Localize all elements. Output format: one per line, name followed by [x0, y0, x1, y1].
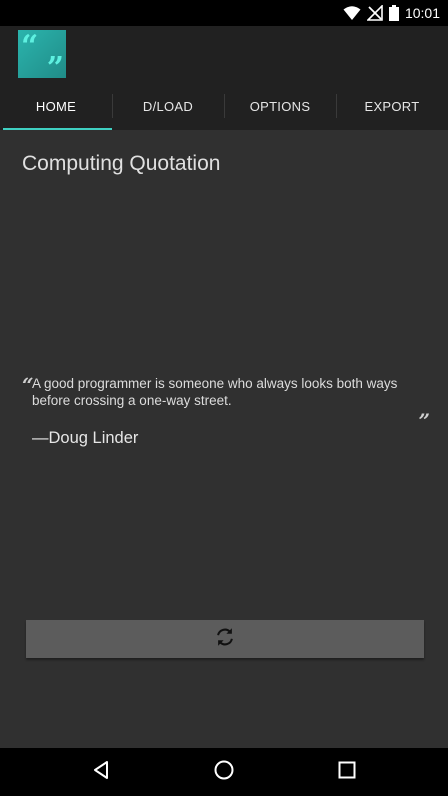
- quote-logo-icon: “ ”: [18, 30, 66, 84]
- close-quote-icon: ”: [418, 409, 430, 433]
- recents-icon: [337, 760, 357, 785]
- back-button[interactable]: [77, 748, 125, 796]
- phone-screen: 10:01 “ ” HOME D/LOAD OPTIONS EXPORT Com…: [0, 0, 448, 796]
- recents-button[interactable]: [323, 748, 371, 796]
- open-quote-icon: “: [22, 373, 34, 397]
- status-bar: 10:01: [0, 0, 448, 26]
- tab-label: D/LOAD: [142, 98, 194, 114]
- back-icon: [91, 760, 111, 785]
- quote-block: “ A good programmer is someone who alway…: [22, 373, 430, 447]
- refresh-icon: [214, 626, 236, 653]
- app-bar: “ ”: [0, 26, 448, 84]
- quote-text: A good programmer is someone who always …: [32, 376, 398, 408]
- tab-home[interactable]: HOME: [0, 82, 112, 130]
- battery-icon: [388, 5, 399, 21]
- tab-options[interactable]: OPTIONS: [224, 82, 336, 130]
- home-button[interactable]: [200, 748, 248, 796]
- tab-label: EXPORT: [364, 98, 420, 114]
- refresh-button[interactable]: [26, 620, 424, 658]
- tab-bar: HOME D/LOAD OPTIONS EXPORT: [0, 82, 448, 130]
- tab-export[interactable]: EXPORT: [336, 82, 448, 130]
- no-signal-icon: [366, 5, 383, 21]
- main-content: Computing Quotation “ A good programmer …: [0, 130, 448, 748]
- page-title: Computing Quotation: [22, 152, 221, 175]
- wifi-icon: [343, 5, 361, 21]
- system-nav-bar: [0, 748, 448, 796]
- quote-author: —Doug Linder: [32, 429, 139, 447]
- home-icon: [213, 759, 235, 786]
- tab-download[interactable]: D/LOAD: [112, 82, 224, 130]
- status-time: 10:01: [404, 5, 440, 21]
- tab-label: OPTIONS: [249, 98, 311, 114]
- tab-label: HOME: [35, 98, 77, 114]
